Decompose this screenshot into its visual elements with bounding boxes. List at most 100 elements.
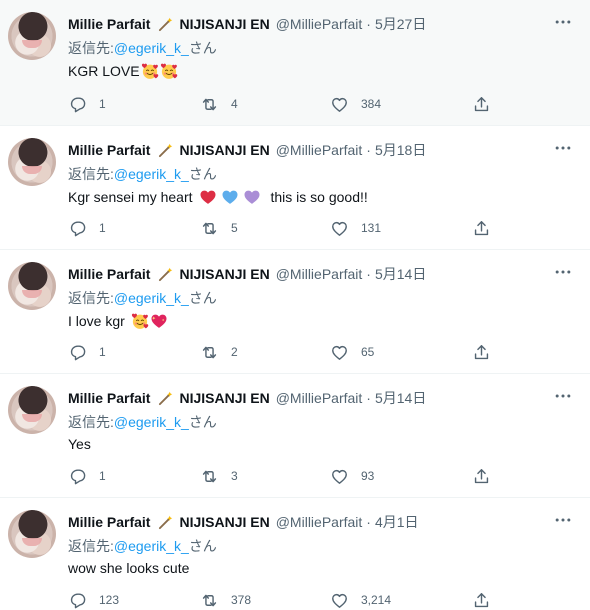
author-org[interactable]: NIJISANJI EN	[179, 514, 269, 530]
like-count: 3,214	[361, 593, 392, 607]
share-button[interactable]	[472, 218, 491, 238]
retweet-count: 2	[231, 345, 238, 359]
share-icon[interactable]	[472, 467, 491, 486]
like-button[interactable]: 131	[330, 218, 381, 238]
like-icon[interactable]	[330, 591, 349, 610]
author-org[interactable]: NIJISANJI EN	[179, 142, 269, 158]
share-icon[interactable]	[472, 591, 491, 610]
reply-button[interactable]: 1	[68, 342, 106, 362]
smiling-face-with-hearts-icon	[141, 62, 159, 80]
author-org[interactable]: NIJISANJI EN	[179, 390, 269, 406]
share-icon[interactable]	[472, 95, 491, 114]
replying-suffix: さん	[188, 166, 217, 182]
reply-button[interactable]: 123	[68, 590, 119, 610]
like-icon[interactable]	[330, 219, 349, 238]
reply-count: 1	[99, 469, 106, 483]
like-icon[interactable]	[330, 467, 349, 486]
tweet[interactable]: Millie Parfait NIJISANJI EN @MillieParfa…	[0, 498, 590, 610]
reply-button[interactable]: 1	[68, 218, 106, 238]
author-handle[interactable]: @MillieParfait	[276, 390, 363, 406]
mention-link[interactable]: @egerik_k_	[114, 166, 189, 182]
avatar[interactable]	[8, 12, 56, 60]
retweet-icon[interactable]	[200, 343, 219, 362]
avatar[interactable]	[8, 138, 56, 186]
author-name[interactable]: Millie Parfait	[68, 16, 150, 32]
reply-button[interactable]: 1	[68, 466, 106, 486]
retweet-button[interactable]: 4	[200, 94, 238, 114]
share-button[interactable]	[472, 342, 491, 362]
share-button[interactable]	[472, 94, 491, 114]
blue-heart-icon	[221, 188, 239, 206]
replying-suffix: さん	[188, 290, 217, 306]
replying-prefix: 返信先:	[68, 414, 114, 430]
reply-icon[interactable]	[68, 343, 87, 362]
retweet-icon[interactable]	[200, 591, 219, 610]
tweet-header: Millie Parfait NIJISANJI EN @MillieParfa…	[68, 389, 426, 407]
like-count: 93	[361, 469, 375, 483]
tweet-date[interactable]: 5月14日	[375, 264, 426, 284]
retweet-icon[interactable]	[200, 95, 219, 114]
replying-prefix: 返信先:	[68, 538, 114, 554]
reply-icon[interactable]	[68, 219, 87, 238]
more-options-icon[interactable]	[550, 138, 576, 158]
retweet-icon[interactable]	[200, 467, 219, 486]
tweet[interactable]: Millie Parfait NIJISANJI EN @MillieParfa…	[0, 374, 590, 498]
more-options-icon[interactable]	[550, 510, 576, 530]
like-button[interactable]: 65	[330, 342, 374, 362]
avatar[interactable]	[8, 386, 56, 434]
retweet-button[interactable]: 3	[200, 466, 238, 486]
smiling-face-with-hearts-icon	[131, 312, 149, 330]
author-name[interactable]: Millie Parfait	[68, 266, 150, 282]
like-icon[interactable]	[330, 343, 349, 362]
mention-link[interactable]: @egerik_k_	[114, 414, 189, 430]
avatar[interactable]	[8, 262, 56, 310]
tweet-date[interactable]: 5月18日	[375, 140, 426, 160]
replying-suffix: さん	[188, 40, 217, 56]
author-name[interactable]: Millie Parfait	[68, 142, 150, 158]
reply-count: 123	[99, 593, 120, 607]
tweet-text-content: Yes	[68, 436, 91, 452]
retweet-icon[interactable]	[200, 219, 219, 238]
like-button[interactable]: 3,214	[330, 590, 391, 610]
tweet-text-content: I love kgr	[68, 313, 125, 329]
retweet-button[interactable]: 378	[200, 590, 251, 610]
reply-icon[interactable]	[68, 467, 87, 486]
tweet-actions: 1 5 131	[68, 218, 498, 238]
replying-to: 返信先:@egerik_k_さん	[68, 288, 217, 308]
tweet-text-content: Kgr sensei my heart	[68, 189, 193, 205]
reply-button[interactable]: 1	[68, 94, 106, 114]
like-button[interactable]: 384	[330, 94, 381, 114]
more-options-icon[interactable]	[550, 12, 576, 32]
author-handle[interactable]: @MillieParfait	[276, 142, 363, 158]
mention-link[interactable]: @egerik_k_	[114, 290, 189, 306]
reply-icon[interactable]	[68, 95, 87, 114]
share-button[interactable]	[472, 590, 491, 610]
separator-dot: ·	[366, 514, 371, 530]
author-handle[interactable]: @MillieParfait	[276, 16, 363, 32]
author-name[interactable]: Millie Parfait	[68, 390, 150, 406]
author-handle[interactable]: @MillieParfait	[276, 514, 363, 530]
more-options-icon[interactable]	[550, 262, 576, 282]
tweet-date[interactable]: 4月1日	[375, 512, 419, 532]
share-button[interactable]	[472, 466, 491, 486]
like-icon[interactable]	[330, 95, 349, 114]
tweet-date[interactable]: 5月14日	[375, 388, 426, 408]
author-name[interactable]: Millie Parfait	[68, 514, 150, 530]
share-icon[interactable]	[472, 219, 491, 238]
tweet[interactable]: Millie Parfait NIJISANJI EN @MillieParfa…	[0, 250, 590, 374]
mention-link[interactable]: @egerik_k_	[114, 538, 189, 554]
author-handle[interactable]: @MillieParfait	[276, 266, 363, 282]
more-options-icon[interactable]	[550, 386, 576, 406]
reply-icon[interactable]	[68, 591, 87, 610]
retweet-button[interactable]: 5	[200, 218, 238, 238]
tweet[interactable]: Millie Parfait NIJISANJI EN @MillieParfa…	[0, 126, 590, 250]
avatar[interactable]	[8, 510, 56, 558]
author-org[interactable]: NIJISANJI EN	[179, 266, 269, 282]
author-org[interactable]: NIJISANJI EN	[179, 16, 269, 32]
share-icon[interactable]	[472, 343, 491, 362]
tweet[interactable]: Millie Parfait NIJISANJI EN @MillieParfa…	[0, 0, 590, 126]
retweet-button[interactable]: 2	[200, 342, 238, 362]
like-button[interactable]: 93	[330, 466, 374, 486]
mention-link[interactable]: @egerik_k_	[114, 40, 189, 56]
tweet-date[interactable]: 5月27日	[375, 14, 426, 34]
